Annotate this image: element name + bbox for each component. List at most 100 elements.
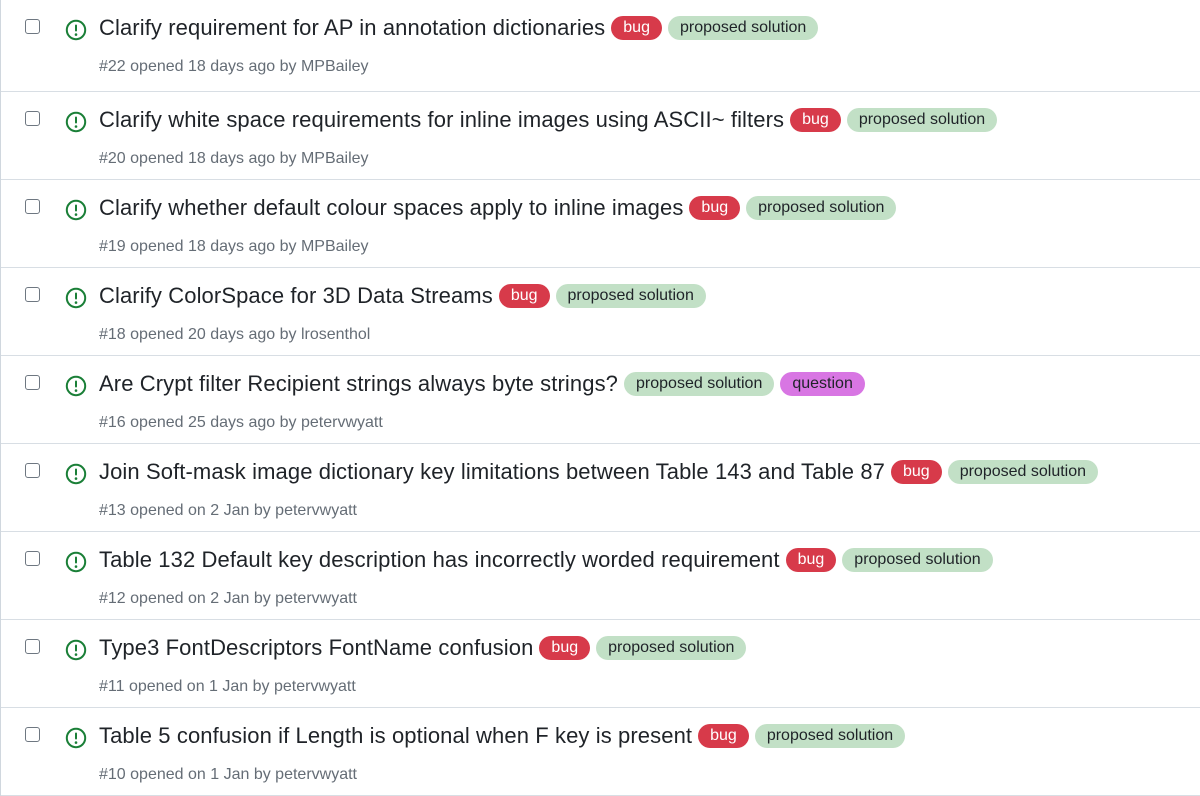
issue-title-line: Clarify white space requirements for inl…	[99, 107, 1181, 133]
issue-labels: bug proposed solution	[885, 460, 1099, 484]
issue-label-proposed-solution[interactable]: proposed solution	[846, 108, 998, 132]
issue-title-link[interactable]: Clarify requirement for AP in annotation…	[99, 15, 605, 41]
issue-title-link[interactable]: Table 132 Default key description has in…	[99, 547, 780, 573]
issue-row[interactable]: Clarify white space requirements for inl…	[1, 92, 1200, 180]
issue-title-link[interactable]: Table 5 confusion if Length is optional …	[99, 723, 692, 749]
issue-meta: #11 opened on 1 Jan by petervwyatt	[99, 678, 356, 696]
issue-label-bug[interactable]: bug	[698, 724, 749, 748]
issue-author-link[interactable]: MPBailey	[301, 238, 369, 255]
issue-select-checkbox[interactable]	[25, 463, 40, 478]
issue-title-link[interactable]: Join Soft-mask image dictionary key limi…	[99, 459, 885, 485]
issue-title-line: Table 5 confusion if Length is optional …	[99, 723, 1181, 749]
issue-author-link[interactable]: petervwyatt	[275, 590, 357, 607]
issue-label-bug[interactable]: bug	[689, 196, 741, 220]
issue-number: #13	[99, 502, 126, 519]
issue-opened-text: opened 18 days ago by	[130, 150, 297, 167]
issue-opened-text: opened on 1 Jan by	[130, 766, 271, 783]
issue-author-link[interactable]: petervwyatt	[301, 414, 383, 431]
issue-opened-text: opened on 2 Jan by	[130, 502, 271, 519]
issue-label-proposed-solution[interactable]: proposed solution	[596, 636, 747, 660]
issue-meta: #20 opened 18 days ago by MPBailey	[99, 150, 369, 168]
issue-author-link[interactable]: petervwyatt	[274, 678, 356, 695]
issue-opened-text: opened 18 days ago by	[130, 58, 297, 75]
issue-number: #11	[99, 678, 125, 695]
issue-select-checkbox[interactable]	[25, 727, 40, 742]
issue-row[interactable]: Type3 FontDescriptors FontName confusion…	[1, 620, 1200, 708]
issue-number: #22	[99, 58, 126, 75]
issue-title-line: Join Soft-mask image dictionary key limi…	[99, 459, 1181, 485]
issue-title-line: Clarify whether default colour spaces ap…	[99, 195, 1181, 221]
issue-labels: bug proposed solution	[780, 548, 993, 572]
issue-author-link[interactable]: lrosenthol	[301, 326, 370, 343]
issue-open-icon	[65, 19, 87, 41]
issue-opened-text: opened 20 days ago by	[130, 326, 297, 343]
issue-title-line: Clarify requirement for AP in annotation…	[99, 15, 1181, 41]
issue-label-proposed-solution[interactable]: proposed solution	[667, 16, 819, 40]
issue-meta: #12 opened on 2 Jan by petervwyatt	[99, 590, 357, 608]
issue-label-question[interactable]: question	[780, 372, 865, 396]
issue-title-link[interactable]: Are Crypt filter Recipient strings alway…	[99, 371, 618, 397]
issue-row[interactable]: Clarify requirement for AP in annotation…	[1, 0, 1200, 92]
issue-label-proposed-solution[interactable]: proposed solution	[624, 372, 775, 396]
issue-title-link[interactable]: Clarify whether default colour spaces ap…	[99, 195, 683, 221]
issue-labels: bug proposed solution	[493, 284, 706, 308]
issue-labels: bug proposed solution	[784, 108, 998, 132]
issue-label-bug[interactable]: bug	[891, 460, 942, 484]
issue-title-link[interactable]: Clarify white space requirements for inl…	[99, 107, 784, 133]
issue-select-checkbox[interactable]	[25, 287, 40, 302]
issue-labels: bug proposed solution	[605, 16, 819, 40]
issue-number: #16	[99, 414, 126, 431]
issue-title-link[interactable]: Type3 FontDescriptors FontName confusion	[99, 635, 533, 661]
issue-label-proposed-solution[interactable]: proposed solution	[947, 460, 1099, 484]
issue-label-proposed-solution[interactable]: proposed solution	[754, 724, 906, 748]
issue-number: #20	[99, 150, 126, 167]
issue-select-checkbox[interactable]	[25, 111, 40, 126]
issue-row[interactable]: Table 132 Default key description has in…	[1, 532, 1200, 620]
issue-author-link[interactable]: petervwyatt	[275, 502, 357, 519]
issue-meta: #22 opened 18 days ago by MPBailey	[99, 58, 369, 76]
issue-row[interactable]: Join Soft-mask image dictionary key limi…	[1, 444, 1200, 532]
issue-row[interactable]: Clarify whether default colour spaces ap…	[1, 180, 1200, 268]
issue-author-link[interactable]: petervwyatt	[275, 766, 357, 783]
issue-open-icon	[65, 111, 87, 133]
issue-select-checkbox[interactable]	[25, 639, 40, 654]
issue-author-link[interactable]: MPBailey	[301, 58, 369, 75]
issue-title-line: Type3 FontDescriptors FontName confusion…	[99, 635, 1181, 661]
issue-open-icon	[65, 199, 87, 221]
issue-open-icon	[65, 287, 87, 309]
issue-label-proposed-solution[interactable]: proposed solution	[842, 548, 993, 572]
issue-labels: proposed solution question	[618, 372, 865, 396]
issue-number: #18	[99, 326, 126, 343]
issue-label-bug[interactable]: bug	[498, 284, 550, 308]
issue-list: Clarify requirement for AP in annotation…	[0, 0, 1200, 796]
issue-meta: #18 opened 20 days ago by lrosenthol	[99, 326, 370, 344]
issue-number: #10	[99, 766, 126, 783]
issue-author-link[interactable]: MPBailey	[301, 150, 369, 167]
issue-number: #12	[99, 590, 126, 607]
issue-row[interactable]: Table 5 confusion if Length is optional …	[1, 708, 1200, 796]
issue-title-line: Clarify ColorSpace for 3D Data Streams b…	[99, 283, 1181, 309]
issue-select-checkbox[interactable]	[25, 551, 40, 566]
issue-title-link[interactable]: Clarify ColorSpace for 3D Data Streams	[99, 283, 493, 309]
issue-opened-text: opened on 1 Jan by	[128, 678, 270, 695]
issue-label-bug[interactable]: bug	[539, 636, 591, 660]
issue-open-icon	[65, 463, 87, 485]
issue-number: #19	[99, 238, 126, 255]
issue-row[interactable]: Are Crypt filter Recipient strings alway…	[1, 356, 1200, 444]
issue-open-icon	[65, 639, 87, 661]
issue-labels: bug proposed solution	[533, 636, 747, 660]
issue-label-bug[interactable]: bug	[790, 108, 841, 132]
issue-label-bug[interactable]: bug	[785, 548, 837, 572]
issue-row[interactable]: Clarify ColorSpace for 3D Data Streams b…	[1, 268, 1200, 356]
issue-open-icon	[65, 375, 87, 397]
issue-open-icon	[65, 727, 87, 749]
issue-label-bug[interactable]: bug	[611, 16, 662, 40]
issue-label-proposed-solution[interactable]: proposed solution	[746, 196, 897, 220]
issue-opened-text: opened on 2 Jan by	[130, 590, 271, 607]
issue-meta: #19 opened 18 days ago by MPBailey	[99, 238, 369, 256]
issue-select-checkbox[interactable]	[25, 199, 40, 214]
issue-title-line: Are Crypt filter Recipient strings alway…	[99, 371, 1181, 397]
issue-select-checkbox[interactable]	[25, 19, 40, 34]
issue-select-checkbox[interactable]	[25, 375, 40, 390]
issue-label-proposed-solution[interactable]: proposed solution	[555, 284, 706, 308]
